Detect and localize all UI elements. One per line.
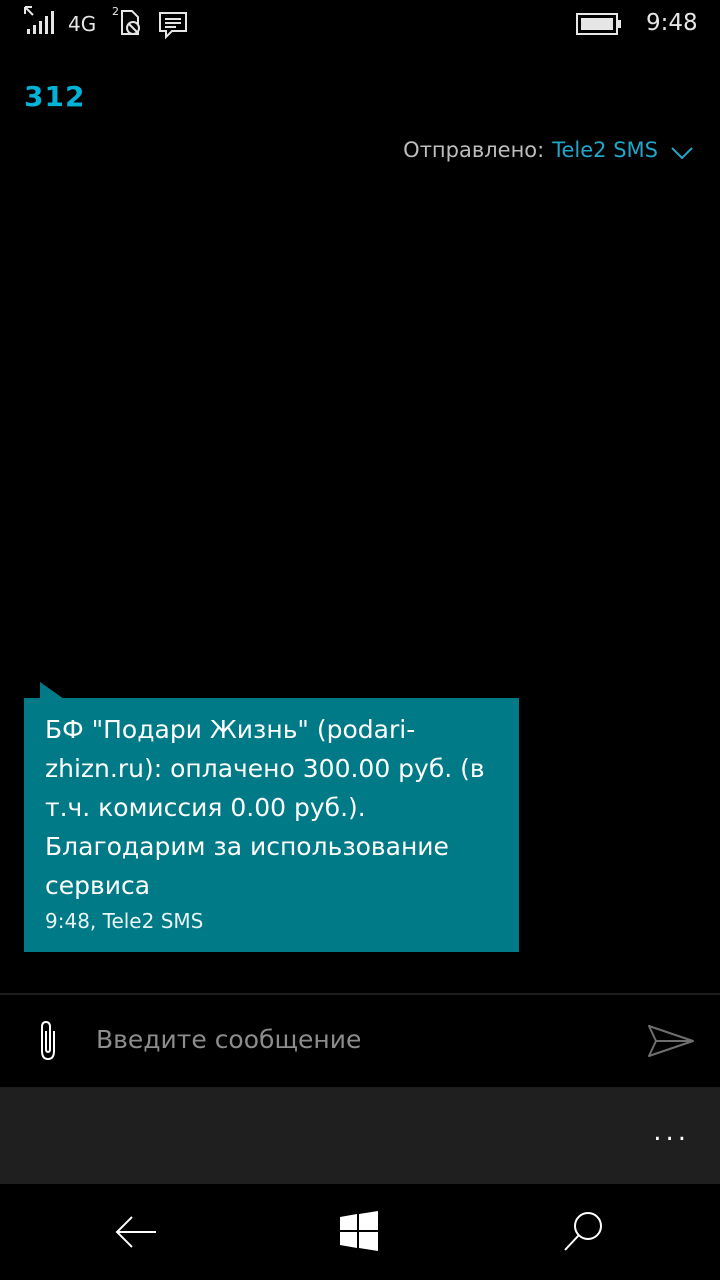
more-options-button[interactable]: ...: [653, 1117, 690, 1147]
message-meta: 9:48, Tele2 SMS: [45, 909, 204, 933]
bubble-tail: [40, 682, 64, 699]
navigation-bar: [0, 1184, 720, 1280]
sent-via-value: Tele2 SMS: [552, 138, 658, 162]
contact-title: 312: [24, 80, 86, 113]
attachment-icon[interactable]: [34, 1019, 62, 1063]
search-icon[interactable]: [560, 1208, 608, 1256]
message-input[interactable]: [96, 1017, 616, 1061]
back-arrow-icon[interactable]: [112, 1208, 160, 1256]
message-notification-icon: [158, 10, 188, 40]
chevron-down-icon: [670, 142, 694, 160]
message-bubble[interactable]: БФ "Подари Жизнь" (podari- zhizn.ru): оп…: [24, 698, 519, 952]
sent-via-label: Отправлено:: [403, 138, 545, 162]
svg-text:2: 2: [112, 5, 119, 18]
message-text: БФ "Подари Жизнь" (podari- zhizn.ru): оп…: [45, 715, 485, 900]
signal-icon: [22, 6, 56, 36]
clock: 9:48: [646, 10, 698, 36]
compose-bar: [0, 995, 720, 1087]
network-type: 4G: [68, 12, 97, 36]
battery-icon: [576, 13, 622, 35]
app-bar: ...: [0, 1087, 720, 1184]
sent-via-selector[interactable]: Отправлено: Tele2 SMS: [403, 138, 694, 162]
windows-start-icon[interactable]: [336, 1208, 384, 1256]
sim-icon: 2: [112, 4, 146, 38]
send-icon[interactable]: [646, 1023, 696, 1059]
status-bar: 4G 2 9:48: [0, 0, 720, 50]
